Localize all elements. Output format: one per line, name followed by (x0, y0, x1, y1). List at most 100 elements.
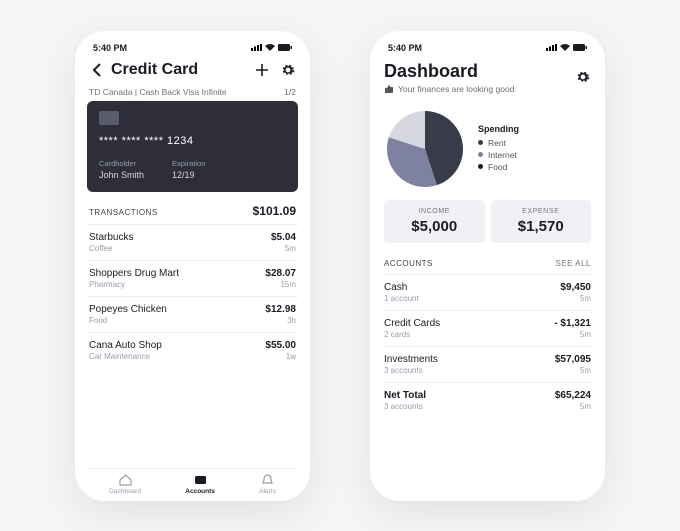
home-icon (119, 474, 132, 486)
spending-title: Spending (478, 124, 519, 134)
tx-amount: $28.07 (265, 268, 296, 279)
account-amount: - $1,321 (554, 318, 591, 329)
income-stat[interactable]: Income $5,000 (384, 200, 485, 243)
tx-amount: $5.04 (271, 232, 296, 243)
account-name: Investments (384, 354, 438, 365)
transactions-list: StarbucksCoffee$5.045mShoppers Drug Mart… (87, 224, 298, 368)
tab-label: Dashboard (109, 488, 141, 495)
account-time: 5m (560, 294, 591, 303)
gear-icon[interactable] (280, 62, 296, 78)
transaction-row[interactable]: StarbucksCoffee $5.045m (87, 224, 298, 260)
credit-card[interactable]: **** **** **** 1234 Cardholder John Smit… (87, 101, 298, 192)
expense-value: $1,570 (497, 218, 586, 235)
back-icon[interactable] (89, 62, 105, 78)
transactions-header: Transactions $101.09 (87, 192, 298, 224)
status-icons (546, 44, 587, 51)
see-all-link[interactable]: See All (555, 259, 591, 268)
transactions-label: Transactions (89, 208, 158, 217)
card-index: 1/2 (284, 87, 296, 97)
income-value: $5,000 (390, 218, 479, 235)
gear-icon[interactable] (575, 69, 591, 85)
transaction-row[interactable]: Popeyes ChickenFood $12.983h (87, 296, 298, 332)
card-source: TD Canada | Cash Back Visa Infinite (89, 87, 227, 97)
account-sub: 3 accounts (384, 366, 438, 375)
tx-category: Pharmacy (89, 280, 179, 289)
signal-icon (546, 44, 557, 51)
status-time: 5:40 PM (93, 43, 127, 53)
tx-category: Coffee (89, 244, 133, 253)
expiration-value: 12/19 (172, 170, 205, 180)
transaction-row[interactable]: Cana Auto ShopCar Maintenance$55.001w (87, 332, 298, 368)
tab-alerts[interactable]: Alerts (259, 474, 276, 495)
accounts-icon (194, 474, 207, 486)
account-time: 5m (555, 402, 591, 411)
tx-name: Starbucks (89, 232, 133, 243)
legend-dot (478, 164, 483, 169)
account-amount: $65,224 (555, 390, 591, 401)
tx-amount: $12.98 (265, 304, 296, 315)
tab-label: Accounts (185, 488, 215, 495)
wifi-icon (265, 44, 275, 51)
tx-category: Car Maintenance (89, 352, 162, 361)
tab-dashboard[interactable]: Dashboard (109, 474, 141, 495)
tx-name: Popeyes Chicken (89, 304, 167, 315)
legend-label: Rent (488, 138, 506, 148)
account-name: Cash (384, 282, 419, 293)
phone-dashboard: 5:40 PM Dashboard Your finances are look… (370, 31, 605, 501)
tab-bar: Dashboard Accounts Alerts (87, 468, 298, 495)
card-number: **** **** **** 1234 (99, 135, 286, 147)
account-row[interactable]: Credit Cards2 cards- $1,3215m (382, 310, 593, 346)
expense-label: Expense (497, 208, 586, 215)
account-time: 5m (555, 366, 591, 375)
account-sub: 3 accounts (384, 402, 426, 411)
chip-icon (99, 111, 119, 125)
add-icon[interactable] (254, 62, 270, 78)
accounts-label: Accounts (384, 259, 433, 268)
spending-chart-wrap: Spending Rent Internet Food (382, 102, 593, 200)
legend-item: Internet (478, 150, 519, 160)
legend-label: Food (488, 162, 507, 172)
battery-icon (278, 44, 292, 51)
accounts-list: Cash1 account$9,4505mCredit Cards2 cards… (382, 274, 593, 418)
account-name: Net Total (384, 390, 426, 401)
tx-time: 1w (265, 352, 296, 361)
income-label: Income (390, 208, 479, 215)
legend-dot (478, 140, 483, 145)
legend-dot (478, 152, 483, 157)
account-row[interactable]: Cash1 account$9,4505m (382, 274, 593, 310)
wifi-icon (560, 44, 570, 51)
accounts-header: Accounts See All (382, 247, 593, 274)
card-subheader: TD Canada | Cash Back Visa Infinite 1/2 (87, 87, 298, 101)
status-time: 5:40 PM (388, 43, 422, 53)
notch (443, 31, 533, 45)
account-row[interactable]: Net Total3 accounts $65,2245m (382, 382, 593, 418)
account-time: 5m (554, 330, 591, 339)
account-amount: $57,095 (555, 354, 591, 365)
stat-pair: Income $5,000 Expense $1,570 (382, 200, 593, 247)
tab-accounts[interactable]: Accounts (185, 474, 215, 495)
tab-label: Alerts (259, 488, 276, 495)
spending-pie-chart (384, 108, 466, 190)
phone-credit-card: 5:40 PM Credit Card TD Canada | Cash Bac… (75, 31, 310, 501)
tx-amount: $55.00 (265, 340, 296, 351)
tx-category: Food (89, 316, 167, 325)
tx-time: 5m (271, 244, 296, 253)
signal-icon (251, 44, 262, 51)
page-title: Credit Card (111, 61, 198, 79)
page-title: Dashboard (384, 61, 514, 82)
tx-time: 3h (265, 316, 296, 325)
status-icons (251, 44, 292, 51)
battery-icon (573, 44, 587, 51)
bell-icon (261, 474, 274, 486)
account-sub: 1 account (384, 294, 419, 303)
page-subtitle: Your finances are looking good (398, 84, 514, 94)
account-row[interactable]: Investments3 accounts $57,0955m (382, 346, 593, 382)
expense-stat[interactable]: Expense $1,570 (491, 200, 592, 243)
header: Credit Card (87, 55, 298, 87)
legend-label: Internet (488, 150, 517, 160)
cardholder-name: John Smith (99, 170, 144, 180)
legend-item: Food (478, 162, 519, 172)
transactions-total: $101.09 (253, 204, 296, 218)
spending-legend: Spending Rent Internet Food (478, 124, 519, 174)
transaction-row[interactable]: Shoppers Drug MartPharmacy$28.0715m (87, 260, 298, 296)
